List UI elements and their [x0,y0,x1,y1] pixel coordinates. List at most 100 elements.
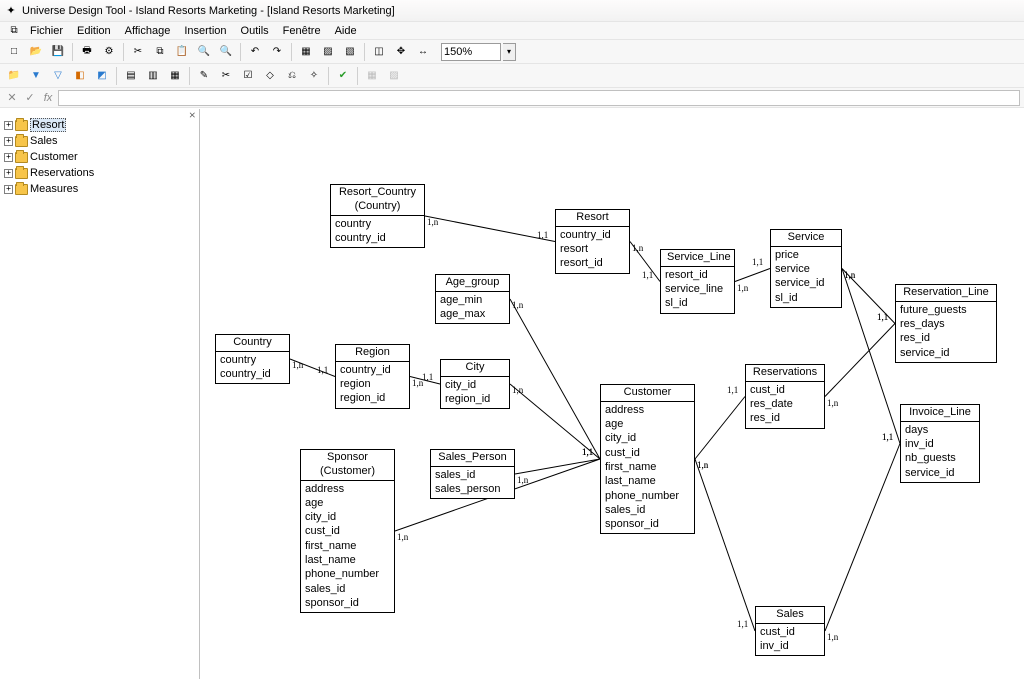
table-resort[interactable]: Resortcountry_idresortresort_id [555,209,630,274]
t2-i[interactable]: ✎ [194,66,214,86]
column[interactable]: res_days [900,317,992,331]
table-resort_country[interactable]: Resort_Country(Country)countrycountry_id [330,184,425,248]
formula-fx-icon[interactable]: fx [40,90,56,106]
tool-a[interactable]: ▦ [296,42,316,62]
column[interactable]: region_id [340,391,405,405]
find-button[interactable]: 🔍 [194,42,214,62]
column[interactable]: age_max [440,307,505,321]
table-reservation_line[interactable]: Reservation_Linefuture_guestsres_daysres… [895,284,997,363]
column[interactable]: country [220,353,285,367]
column[interactable]: sales_id [305,582,390,596]
column[interactable]: phone_number [305,567,390,581]
save-button[interactable]: 💾 [48,42,68,62]
expander-icon[interactable]: + [4,169,13,178]
column[interactable]: address [605,403,690,417]
formula-input[interactable] [58,90,1020,106]
column[interactable]: sales_id [605,503,690,517]
column[interactable]: future_guests [900,303,992,317]
pane-close-icon[interactable]: ⨯ [188,110,196,121]
column[interactable]: inv_id [760,639,820,653]
t2-m[interactable]: ⎌ [282,66,302,86]
column[interactable]: first_name [305,539,390,553]
table-sponsor[interactable]: Sponsor(Customer)addressagecity_idcust_i… [300,449,395,613]
t2-p[interactable]: ▨ [384,66,404,86]
column[interactable]: service_line [665,282,730,296]
table-country[interactable]: Countrycountrycountry_id [215,334,290,384]
print-button[interactable]: 🖶 [77,42,97,62]
t2-f[interactable]: ▤ [121,66,141,86]
expander-icon[interactable]: + [4,185,13,194]
menu-edition[interactable]: Edition [71,24,117,38]
column[interactable]: sl_id [665,296,730,310]
column[interactable]: res_id [750,411,820,425]
formula-accept-icon[interactable]: ✓ [22,90,38,106]
t2-d[interactable]: ◧ [70,66,90,86]
tree-item-sales[interactable]: +Sales [2,133,197,149]
column[interactable]: res_id [900,331,992,345]
redo-button[interactable]: ↷ [267,42,287,62]
column[interactable]: phone_number [605,489,690,503]
column[interactable]: res_date [750,397,820,411]
column[interactable]: inv_id [905,437,975,451]
t2-o[interactable]: ▦ [362,66,382,86]
column[interactable]: sl_id [775,291,837,305]
t2-l[interactable]: ◇ [260,66,280,86]
params-button[interactable]: ⚙ [99,42,119,62]
table-sales_person[interactable]: Sales_Personsales_idsales_person [430,449,515,499]
column[interactable]: country_id [340,363,405,377]
menu-fichier[interactable]: Fichier [24,24,69,38]
t2-n[interactable]: ✧ [304,66,324,86]
expander-icon[interactable]: + [4,153,13,162]
expander-icon[interactable]: + [4,137,13,146]
tree-item-resort[interactable]: +Resort [2,117,197,133]
column[interactable]: address [305,482,390,496]
column[interactable]: age [305,496,390,510]
tool-e[interactable]: ✥ [391,42,411,62]
column[interactable]: service [775,262,837,276]
column[interactable]: country_id [560,228,625,242]
formula-cancel-icon[interactable]: ✕ [4,90,20,106]
column[interactable]: days [905,423,975,437]
table-region[interactable]: Regioncountry_idregionregion_id [335,344,410,409]
column[interactable]: resort_id [665,268,730,282]
window-restore-icon[interactable]: ⧉ [6,24,22,38]
tool-b[interactable]: ▨ [318,42,338,62]
column[interactable]: resort_id [560,256,625,270]
column[interactable]: city_id [445,378,505,392]
column[interactable]: nb_guests [905,451,975,465]
column[interactable]: first_name [605,460,690,474]
column[interactable]: sales_person [435,482,510,496]
column[interactable]: age [605,417,690,431]
column[interactable]: resort [560,242,625,256]
table-customer[interactable]: Customeraddressagecity_idcust_idfirst_na… [600,384,695,534]
column[interactable]: cust_id [305,524,390,538]
t2-a[interactable]: 📁 [4,66,24,86]
cut-button[interactable]: ✂ [128,42,148,62]
tool-c[interactable]: ▧ [340,42,360,62]
menu-fenetre[interactable]: Fenêtre [277,24,327,38]
table-city[interactable]: Citycity_idregion_id [440,359,510,409]
t2-h[interactable]: ▦ [165,66,185,86]
new-button[interactable]: □ [4,42,24,62]
zoom-input[interactable]: 150% [441,43,501,61]
column[interactable]: country_id [335,231,420,245]
tree-item-measures[interactable]: +Measures [2,181,197,197]
table-reservations[interactable]: Reservationscust_idres_dateres_id [745,364,825,429]
column[interactable]: last_name [605,474,690,488]
column[interactable]: sponsor_id [605,517,690,531]
paste-button[interactable]: 📋 [172,42,192,62]
t2-c[interactable]: ▽ [48,66,68,86]
table-sales[interactable]: Salescust_idinv_id [755,606,825,656]
zoom-dropdown[interactable]: ▾ [503,43,516,61]
menu-insertion[interactable]: Insertion [178,24,232,38]
table-invoice_line[interactable]: Invoice_Linedaysinv_idnb_guestsservice_i… [900,404,980,483]
schema-canvas[interactable]: Resort_Country(Country)countrycountry_id… [200,109,1024,679]
tree-item-customer[interactable]: +Customer [2,149,197,165]
column[interactable]: region [340,377,405,391]
open-button[interactable]: 📂 [26,42,46,62]
table-service_line[interactable]: Service_Lineresort_idservice_linesl_id [660,249,735,314]
menu-outils[interactable]: Outils [235,24,275,38]
column[interactable]: region_id [445,392,505,406]
t2-j[interactable]: ✂ [216,66,236,86]
table-service[interactable]: Servicepriceserviceservice_idsl_id [770,229,842,308]
